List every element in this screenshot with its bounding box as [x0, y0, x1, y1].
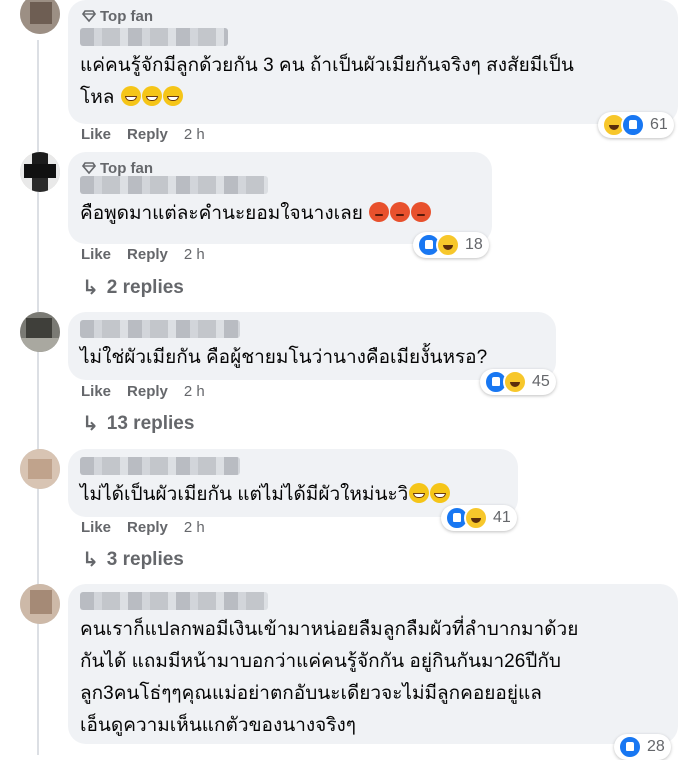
reaction-summary[interactable]: 45: [480, 369, 556, 395]
reaction-summary[interactable]: 61: [598, 112, 674, 138]
avatar[interactable]: [20, 449, 60, 489]
reply-button[interactable]: Reply: [127, 246, 168, 263]
commenter-name-blurred[interactable]: [80, 320, 240, 338]
reaction-count: 18: [465, 236, 483, 253]
diamond-icon: [82, 10, 96, 23]
comment-bubble: Top fan คือพูดมาแต่ละคำนะยอมใจนางเลย: [68, 152, 492, 244]
grin-emoji: [141, 86, 162, 106]
grin-emoji: [409, 483, 430, 503]
grin-emoji: [162, 86, 183, 106]
comment-bubble: คนเราก็แปลกพอมีเงินเข้ามาหน่อยลืมลูกลืมผ…: [68, 584, 678, 744]
comment-time[interactable]: 2 h: [184, 246, 205, 263]
view-replies-link[interactable]: ↳ 13 replies: [82, 411, 194, 436]
reaction-count: 41: [493, 509, 511, 526]
reaction-count: 61: [650, 116, 668, 133]
reply-arrow-icon: ↳: [82, 413, 99, 435]
angry-emoji: [369, 202, 390, 222]
comment-time[interactable]: 2 h: [184, 383, 205, 400]
avatar[interactable]: [20, 152, 60, 192]
reply-button[interactable]: Reply: [127, 519, 168, 536]
diamond-icon: [82, 162, 96, 175]
top-fan-badge: Top fan: [82, 158, 480, 178]
comment-time[interactable]: 2 h: [184, 519, 205, 536]
haha-reaction-icon: [503, 370, 527, 394]
reaction-summary[interactable]: 41: [441, 505, 517, 531]
comment-text: ไม่ได้เป็นผัวเมียกัน แต่ไม่ได้มีผัวใหม่น…: [80, 479, 506, 511]
comment-text: คือพูดมาแต่ละคำนะยอมใจนางเลย: [80, 198, 480, 230]
comment-actions: Like Reply 2 h: [81, 246, 205, 263]
top-fan-label: Top fan: [100, 7, 154, 25]
commenter-name-blurred[interactable]: [80, 457, 240, 475]
reaction-count: 45: [532, 373, 550, 390]
grin-emoji: [430, 483, 451, 503]
reaction-summary[interactable]: 18: [413, 232, 489, 258]
view-replies-link[interactable]: ↳ 2 replies: [82, 275, 184, 300]
reply-button[interactable]: Reply: [127, 383, 168, 400]
replies-count: 13 replies: [106, 412, 195, 434]
commenter-name-blurred[interactable]: [80, 176, 268, 194]
top-fan-badge: Top fan: [82, 6, 666, 26]
like-button[interactable]: Like: [81, 246, 111, 263]
like-button[interactable]: Like: [81, 383, 111, 400]
reply-button[interactable]: Reply: [127, 126, 168, 143]
like-reaction-icon: [621, 113, 645, 137]
angry-emoji: [411, 202, 432, 222]
like-reaction-icon: [618, 735, 642, 759]
view-replies-link[interactable]: ↳ 3 replies: [82, 547, 184, 572]
thread-line: [37, 40, 39, 755]
comment-actions: Like Reply 2 h: [81, 383, 205, 400]
comment-text: คนเราก็แปลกพอมีเงินเข้ามาหน่อยลืมลูกลืมผ…: [80, 619, 579, 736]
avatar[interactable]: [20, 0, 60, 34]
comment-actions: Like Reply 2 h: [81, 126, 205, 143]
comment-text: แค่คนรู้จักมีลูกด้วยกัน 3 คน ถ้าเป็นผัวเ…: [80, 55, 574, 108]
replies-count: 2 replies: [106, 276, 184, 298]
reaction-count: 28: [647, 738, 665, 755]
replies-count: 3 replies: [106, 548, 184, 570]
comment-bubble: Top fan แค่คนรู้จักมีลูกด้วยกัน 3 คน ถ้า…: [68, 0, 678, 124]
like-button[interactable]: Like: [81, 519, 111, 536]
grin-emoji: [120, 86, 141, 106]
like-button[interactable]: Like: [81, 126, 111, 143]
reply-arrow-icon: ↳: [82, 277, 99, 299]
angry-emoji: [390, 202, 411, 222]
comment-text: ไม่ใช่ผัวเมียกัน คือผู้ชายมโนว่านางคือเม…: [80, 347, 488, 368]
comment-time[interactable]: 2 h: [184, 126, 205, 143]
haha-reaction-icon: [436, 233, 460, 257]
reply-arrow-icon: ↳: [82, 549, 99, 571]
top-fan-label: Top fan: [100, 159, 154, 177]
comment-actions: Like Reply 2 h: [81, 519, 205, 536]
comment-bubble: ไม่ใช่ผัวเมียกัน คือผู้ชายมโนว่านางคือเม…: [68, 312, 556, 380]
avatar[interactable]: [20, 312, 60, 352]
commenter-name-blurred[interactable]: [80, 592, 268, 610]
commenter-name-blurred[interactable]: [80, 28, 228, 46]
haha-reaction-icon: [464, 506, 488, 530]
reaction-summary[interactable]: 28: [614, 734, 671, 760]
avatar[interactable]: [20, 584, 60, 624]
